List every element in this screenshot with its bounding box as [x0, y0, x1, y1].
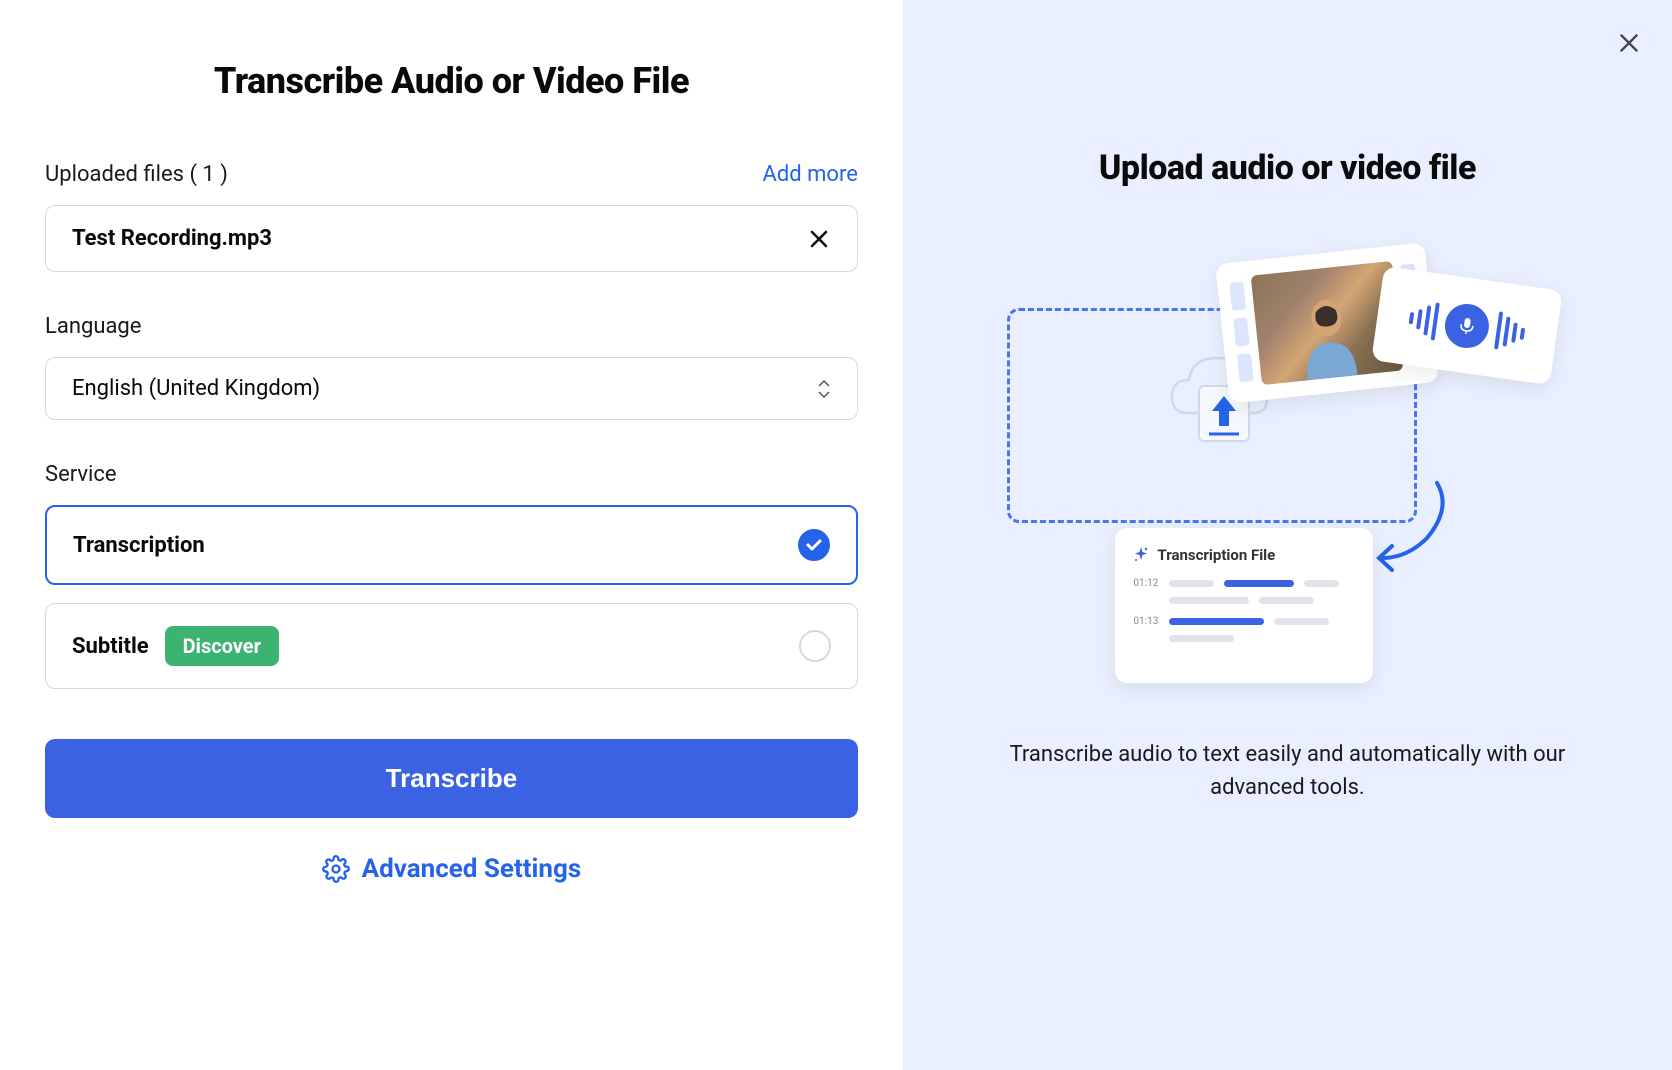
timestamp-2: 01:13: [1133, 616, 1159, 627]
add-more-link[interactable]: Add more: [762, 162, 857, 187]
transcription-file-label: Transcription File: [1157, 546, 1275, 564]
close-icon: [807, 227, 831, 251]
sparkle-icon: [1133, 547, 1149, 563]
uploaded-file-item: Test Recording.mp3: [45, 205, 858, 272]
language-value: English (United Kingdom): [72, 376, 320, 401]
transcription-card-illustration: Transcription File 01:12 01:13: [1115, 528, 1373, 683]
info-description: Transcribe audio to text easily and auto…: [1007, 738, 1567, 804]
timestamp-1: 01:12: [1133, 578, 1159, 589]
uploaded-files-header: Uploaded files ( 1 ) Add more: [45, 162, 858, 187]
close-icon: [1616, 30, 1642, 56]
form-panel: Transcribe Audio or Video File Uploaded …: [0, 0, 903, 1070]
page-title: Transcribe Audio or Video File: [45, 60, 858, 102]
radio-unchecked-icon: [799, 630, 831, 662]
language-select[interactable]: English (United Kingdom): [45, 357, 858, 420]
uploaded-files-label: Uploaded files ( 1 ): [45, 162, 228, 187]
advanced-settings-label: Advanced Settings: [362, 854, 582, 884]
remove-file-button[interactable]: [807, 227, 831, 251]
radio-checked-icon: [798, 529, 830, 561]
discover-badge: Discover: [165, 626, 279, 666]
chevron-up-down-icon: [817, 380, 831, 398]
advanced-settings-link[interactable]: Advanced Settings: [45, 854, 858, 884]
file-name: Test Recording.mp3: [72, 226, 272, 251]
transcribe-button[interactable]: Transcribe: [45, 739, 858, 818]
close-button[interactable]: [1616, 30, 1642, 60]
info-panel: Upload audio or video file: [903, 0, 1672, 1070]
service-subtitle-label: Subtitle: [72, 634, 149, 659]
language-header: Language: [45, 314, 858, 339]
service-option-subtitle[interactable]: Subtitle Discover: [45, 603, 858, 689]
info-title: Upload audio or video file: [1099, 148, 1476, 188]
service-label: Service: [45, 462, 117, 487]
illustration: Transcription File 01:12 01:13: [1007, 238, 1567, 688]
service-header: Service: [45, 462, 858, 487]
gear-icon: [322, 855, 350, 883]
language-label: Language: [45, 314, 141, 339]
service-transcription-label: Transcription: [73, 533, 205, 558]
microphone-icon: [1443, 301, 1493, 351]
service-option-transcription[interactable]: Transcription: [45, 505, 858, 585]
arrow-icon: [1367, 478, 1457, 582]
